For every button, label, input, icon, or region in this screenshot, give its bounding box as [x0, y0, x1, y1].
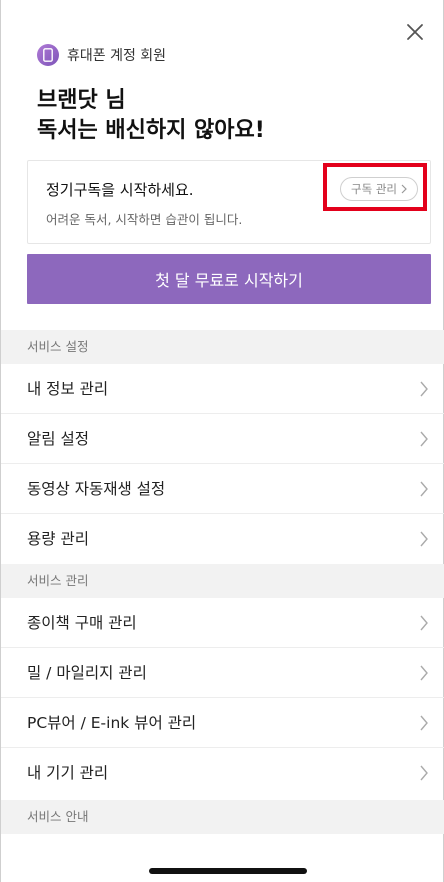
section-header-service-settings: 서비스 설정	[1, 330, 444, 364]
section-header-service-management: 서비스 관리	[1, 564, 444, 598]
menu-item-label: 내 정보 관리	[27, 380, 109, 398]
menu-item-label: PC뷰어 / E-ink 뷰어 관리	[27, 714, 197, 732]
section-header-service-info: 서비스 안내	[1, 800, 444, 834]
menu-item-mileage[interactable]: 밀 / 마일리지 관리	[1, 648, 444, 698]
chevron-right-icon	[420, 615, 428, 631]
screen: 휴대폰 계정 회원 브랜닷 님 독서는 배신하지 않아요! 정기구독을 시작하세…	[0, 0, 444, 882]
menu-item-my-info[interactable]: 내 정보 관리	[1, 364, 444, 414]
menu-item-label: 용량 관리	[27, 530, 89, 548]
chevron-right-icon	[420, 715, 428, 731]
menu-item-label: 알림 설정	[27, 430, 89, 448]
subscription-subtitle: 어려운 독서, 시작하면 습관이 됩니다.	[46, 212, 243, 227]
menu-item-label: 종이책 구매 관리	[27, 614, 137, 632]
greeting-name: 브랜닷 님	[37, 88, 126, 113]
greeting-message: 독서는 배신하지 않아요!	[37, 118, 265, 143]
menu-item-label: 동영상 자동재생 설정	[27, 480, 166, 498]
close-icon	[407, 24, 423, 40]
menu-item-storage[interactable]: 용량 관리	[1, 514, 444, 564]
highlight-box	[323, 163, 427, 211]
menu-item-my-devices[interactable]: 내 기기 관리	[1, 748, 444, 798]
subscription-title: 정기구독을 시작하세요.	[46, 181, 194, 199]
menu-item-viewers[interactable]: PC뷰어 / E-ink 뷰어 관리	[1, 698, 444, 748]
phone-icon	[37, 44, 59, 66]
home-indicator[interactable]	[149, 868, 307, 874]
chevron-right-icon	[420, 765, 428, 781]
close-button[interactable]	[405, 22, 425, 42]
chevron-right-icon	[420, 431, 428, 447]
greeting-title: 브랜닷 님 독서는 배신하지 않아요!	[37, 86, 265, 146]
account-label: 휴대폰 계정 회원	[67, 48, 167, 64]
chevron-right-icon	[420, 665, 428, 681]
menu-item-notifications[interactable]: 알림 설정	[1, 414, 444, 464]
menu-item-video-autoplay[interactable]: 동영상 자동재생 설정	[1, 464, 444, 514]
menu-item-label: 밀 / 마일리지 관리	[27, 664, 147, 682]
chevron-right-icon	[420, 381, 428, 397]
chevron-right-icon	[420, 531, 428, 547]
menu-item-paper-books[interactable]: 종이책 구매 관리	[1, 598, 444, 648]
account-type: 휴대폰 계정 회원	[37, 44, 166, 66]
start-free-month-button[interactable]: 첫 달 무료로 시작하기	[27, 254, 431, 304]
menu-item-label: 내 기기 관리	[27, 764, 109, 782]
chevron-right-icon	[420, 481, 428, 497]
